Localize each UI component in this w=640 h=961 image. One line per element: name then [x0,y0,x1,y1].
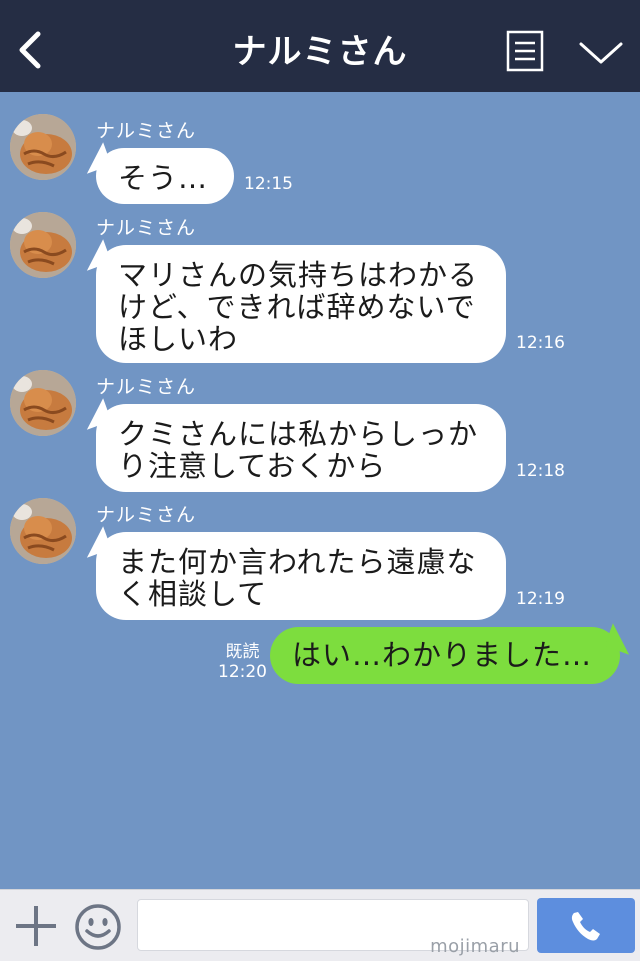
message-line: く相談して [118,577,268,611]
cat-avatar-icon [10,212,76,278]
message-time: 12:19 [516,589,565,609]
message-line: けど、できれば辞めないで [118,290,476,324]
call-button[interactable] [537,898,635,953]
message-bubble[interactable]: マリさんの気持ちはわかる けど、できれば辞めないで ほしいわ [96,245,506,363]
message-time: 12:16 [516,333,565,353]
sender-name: ナルミさん [96,217,197,239]
message-line: ほしいわ [118,322,239,356]
message-line: クミさんには私からしっか [118,417,479,451]
chat-header: ナルミさん [0,0,640,92]
message-bubble[interactable]: クミさんには私からしっか り注意しておくから [96,404,506,492]
message-line: また何か言われたら遠慮な [118,545,477,579]
message-time: 12:15 [244,174,293,194]
message-line: はい…わかりました… [292,638,593,672]
message-time: 12:20 [218,662,267,682]
avatar[interactable] [10,370,76,436]
sender-name: ナルミさん [96,504,197,526]
cat-avatar-icon [10,370,76,436]
message-line: マリさんの気持ちはわかる [118,258,479,292]
chevron-down-icon[interactable] [578,38,624,68]
plus-icon[interactable] [14,904,58,948]
cat-avatar-icon [10,498,76,564]
read-label: 既読 [225,642,260,662]
message-bubble[interactable]: また何か言われたら遠慮な く相談して [96,532,506,620]
message-time: 12:18 [516,461,565,481]
avatar[interactable] [10,212,76,278]
message-bubble[interactable]: そう… [96,148,234,204]
sender-name: ナルミさん [96,120,197,142]
message-bubble-outgoing[interactable]: はい…わかりました… [270,627,620,684]
chat-title: ナルミさん [232,32,408,72]
smiley-icon[interactable] [73,902,123,952]
phone-icon [571,912,600,941]
message-line: り注意しておくから [118,449,387,483]
list-icon[interactable] [506,30,544,72]
avatar[interactable] [10,114,76,180]
message-line: そう… [118,161,209,195]
message-input[interactable] [137,899,529,951]
avatar[interactable] [10,498,76,564]
sender-name: ナルミさん [96,376,197,398]
input-bar: mojimaru [0,889,640,961]
cat-avatar-icon [10,114,76,180]
read-status: 既読 12:20 [218,642,267,682]
